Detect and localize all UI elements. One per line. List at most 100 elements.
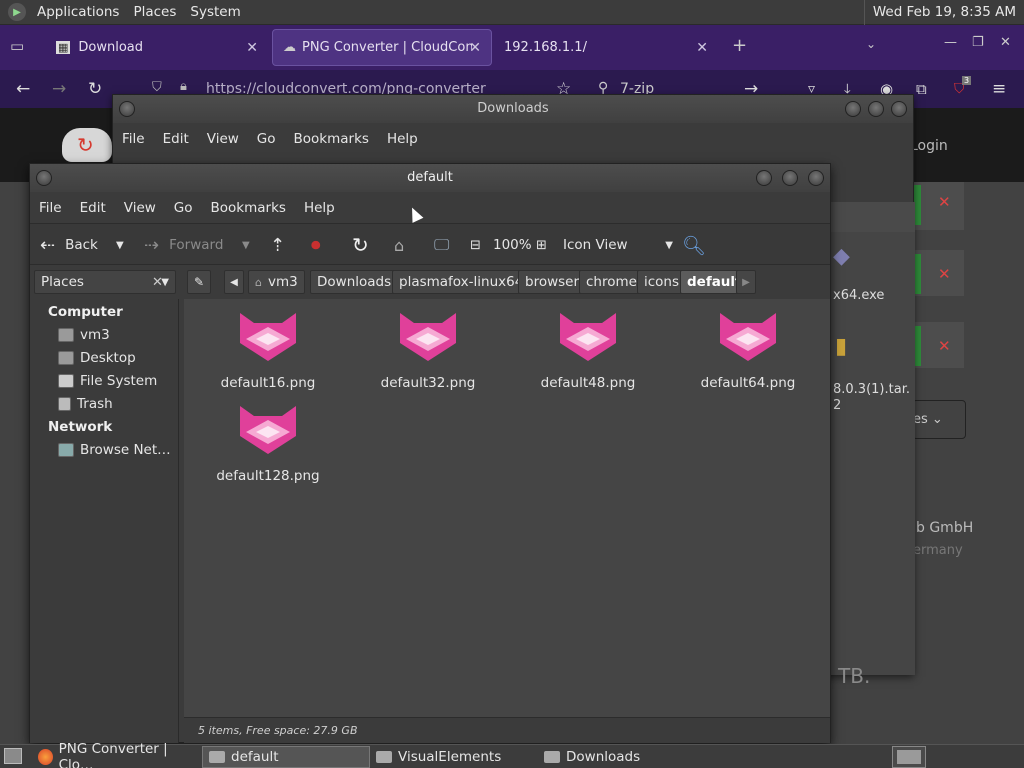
crumb-icons[interactable]: icons bbox=[637, 270, 687, 294]
hamburger-menu-icon[interactable]: ≡ bbox=[992, 79, 1006, 99]
task-default[interactable]: default bbox=[202, 746, 370, 768]
back-button[interactable]: ⇠ Back bbox=[40, 224, 98, 266]
close-icon[interactable] bbox=[808, 170, 824, 186]
close-tab-icon[interactable]: ✕ bbox=[246, 40, 258, 56]
file-label[interactable]: 2 bbox=[833, 398, 841, 413]
workspace-switcher[interactable] bbox=[892, 746, 926, 768]
forward-arrow-icon[interactable]: → bbox=[52, 79, 66, 99]
edit-location-button[interactable]: ✎ bbox=[187, 270, 211, 294]
menu-go[interactable]: Go bbox=[248, 131, 285, 147]
places-menu[interactable]: Places bbox=[126, 4, 183, 20]
minimize-icon[interactable]: — bbox=[944, 35, 957, 50]
downloads-titlebar[interactable]: Downloads bbox=[113, 95, 913, 123]
file-item[interactable]: default128.png bbox=[198, 402, 338, 484]
tab-router[interactable]: 192.168.1.1/ ✕ bbox=[494, 29, 718, 66]
extensions-icon[interactable]: ⧉ bbox=[916, 80, 927, 98]
menu-go[interactable]: Go bbox=[165, 200, 202, 216]
menu-bookmarks[interactable]: Bookmarks bbox=[285, 131, 378, 147]
back-arrow-icon[interactable]: ← bbox=[16, 79, 30, 99]
menu-view[interactable]: View bbox=[115, 200, 165, 216]
archive-file-icon[interactable]: ▮ bbox=[835, 334, 847, 359]
search-icon[interactable]: 🔍︎ bbox=[682, 224, 706, 266]
more-options-button[interactable]: es ⌄ bbox=[912, 400, 966, 439]
tab-download[interactable]: ▦ Download ✕ bbox=[46, 29, 268, 66]
maximize-icon[interactable] bbox=[868, 101, 884, 117]
sidebar-item-browse-network[interactable]: Browse Net… bbox=[58, 442, 171, 458]
zoom-out-icon[interactable]: ⊟ bbox=[470, 224, 481, 266]
restore-icon[interactable]: ❐ bbox=[972, 35, 984, 50]
file-item[interactable]: default32.png bbox=[358, 309, 498, 391]
sidebar-item-desktop[interactable]: Desktop bbox=[58, 350, 136, 366]
task-visualelements[interactable]: VisualElements bbox=[370, 746, 538, 768]
workspace-1[interactable] bbox=[897, 750, 921, 764]
sidebar-item-vm3[interactable]: vm3 bbox=[58, 327, 110, 343]
applications-logo-icon[interactable]: ▶ bbox=[8, 3, 26, 21]
tab-png-converter[interactable]: ☁ PNG Converter | CloudConv ✕ bbox=[272, 29, 492, 66]
menu-edit[interactable]: Edit bbox=[71, 200, 115, 216]
icon-view-pane[interactable]: default16.png default32.png default48.png d… bbox=[184, 299, 830, 717]
forward-button[interactable]: ⇢ Forward bbox=[144, 224, 223, 266]
system-menu[interactable]: System bbox=[183, 4, 247, 20]
menu-help[interactable]: Help bbox=[295, 200, 344, 216]
minimize-icon[interactable] bbox=[756, 170, 772, 186]
reload-icon[interactable]: ↻ bbox=[88, 79, 102, 99]
menu-file[interactable]: File bbox=[30, 200, 71, 216]
file-label[interactable]: 8.0.3(1).tar. bbox=[833, 382, 910, 397]
tab-overview-icon[interactable]: ▭ bbox=[10, 37, 24, 55]
lock-icon[interactable]: 🔒︎ bbox=[180, 79, 187, 94]
menu-help[interactable]: Help bbox=[378, 131, 427, 147]
window-menu-icon[interactable] bbox=[119, 101, 135, 117]
close-tab-icon[interactable]: ✕ bbox=[696, 40, 708, 56]
sidebar-item-filesystem[interactable]: File System bbox=[58, 373, 157, 389]
crumb-chrome[interactable]: chrome bbox=[579, 270, 644, 294]
stop-icon[interactable]: ⏺ bbox=[311, 224, 321, 266]
path-scroll-right-icon[interactable]: ▶ bbox=[736, 270, 756, 294]
cloudconvert-logo-icon[interactable]: ↻ bbox=[62, 128, 112, 162]
computer-icon[interactable]: 🖵︎ bbox=[434, 224, 449, 266]
up-arrow-icon[interactable]: ⇡ bbox=[270, 224, 285, 266]
task-png-converter[interactable]: PNG Converter | Clo… bbox=[32, 741, 200, 768]
tab-list-chevron-icon[interactable]: ⌄ bbox=[866, 37, 876, 51]
menu-file[interactable]: File bbox=[113, 131, 154, 147]
forward-history-chevron-icon[interactable]: ▼ bbox=[242, 224, 250, 266]
sidebar-item-trash[interactable]: Trash bbox=[58, 396, 113, 412]
close-icon[interactable] bbox=[891, 101, 907, 117]
remove-item-icon[interactable]: ✕ bbox=[938, 193, 951, 211]
exe-file-icon[interactable]: ◆ bbox=[833, 244, 850, 269]
menu-view[interactable]: View bbox=[198, 131, 248, 147]
menu-edit[interactable]: Edit bbox=[154, 131, 198, 147]
close-window-icon[interactable]: ✕ bbox=[1000, 35, 1011, 50]
default-titlebar[interactable]: default bbox=[30, 164, 830, 192]
file-item[interactable]: default64.png bbox=[678, 309, 818, 391]
window-menu-icon[interactable] bbox=[36, 170, 52, 186]
crumb-plasmafox[interactable]: plasmafox-linux64 bbox=[392, 270, 531, 294]
remove-item-icon[interactable]: ✕ bbox=[938, 265, 951, 283]
back-history-chevron-icon[interactable]: ▼ bbox=[116, 224, 124, 266]
file-item[interactable]: default48.png bbox=[518, 309, 658, 391]
path-scroll-left-icon[interactable]: ◀ bbox=[224, 270, 244, 294]
shield-icon[interactable]: ⛉ bbox=[152, 80, 162, 95]
menu-bookmarks[interactable]: Bookmarks bbox=[202, 200, 295, 216]
file-label[interactable]: x64.exe bbox=[833, 288, 884, 303]
downloads-menubar: File Edit View Go Bookmarks Help bbox=[113, 124, 427, 154]
applications-menu[interactable]: Applications bbox=[30, 4, 126, 20]
new-tab-icon[interactable]: + bbox=[732, 35, 747, 56]
clock[interactable]: Wed Feb 19, 8:35 AM bbox=[863, 0, 1024, 25]
maximize-icon[interactable] bbox=[782, 170, 798, 186]
view-mode-select[interactable]: Icon View ▼ bbox=[563, 224, 673, 266]
task-downloads[interactable]: Downloads bbox=[538, 746, 706, 768]
show-desktop-icon[interactable] bbox=[4, 748, 22, 764]
remove-item-icon[interactable]: ✕ bbox=[938, 337, 951, 355]
home-folder-icon[interactable]: ⌂ bbox=[394, 224, 404, 266]
crumb-downloads[interactable]: Downloads bbox=[310, 270, 399, 294]
zoom-in-icon[interactable]: ⊞ bbox=[536, 224, 547, 266]
crumb-browser[interactable]: browser bbox=[518, 270, 587, 294]
crumb-vm3[interactable]: ⌂ vm3 bbox=[248, 270, 305, 294]
crumb-label: browser bbox=[525, 274, 580, 290]
login-link[interactable]: Login bbox=[910, 138, 948, 154]
close-sidebar-icon[interactable]: ✕ bbox=[152, 275, 163, 290]
minimize-icon[interactable] bbox=[845, 101, 861, 117]
reload-icon[interactable]: ↻ bbox=[352, 224, 369, 266]
close-tab-icon[interactable]: ✕ bbox=[469, 40, 481, 56]
file-item[interactable]: default16.png bbox=[198, 309, 338, 391]
